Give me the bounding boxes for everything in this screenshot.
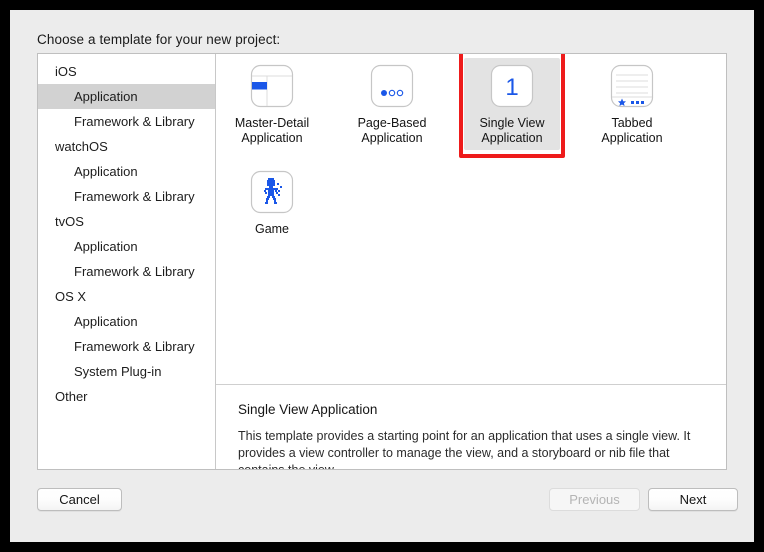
sidebar-item-application[interactable]: Application xyxy=(38,234,215,259)
sidebar-item-label: iOS xyxy=(55,64,77,79)
sidebar-item-tvos[interactable]: tvOS xyxy=(38,209,215,234)
template-item-label: Master-Detail Application xyxy=(224,116,320,146)
single-view-icon: 1 xyxy=(490,64,534,108)
template-item-label: Single View Application xyxy=(464,116,560,146)
sidebar-item-ios[interactable]: iOS xyxy=(38,59,215,84)
master-detail-icon xyxy=(250,64,294,108)
sidebar-item-system-plug-in[interactable]: System Plug-in xyxy=(38,359,215,384)
template-label-line1: Single View xyxy=(479,116,545,130)
template-item-master-detail-application[interactable]: Master-Detail Application xyxy=(224,58,320,150)
sidebar-item-application[interactable]: Application xyxy=(38,309,215,334)
platform-sidebar[interactable]: iOS Application Framework & Library watchOS… xyxy=(38,54,216,469)
sidebar-item-watchos[interactable]: watchOS xyxy=(38,134,215,159)
sidebar-item-label: Framework & Library xyxy=(74,264,195,279)
sidebar-item-label: Application xyxy=(74,239,138,254)
template-label-line1: Master-Detail xyxy=(234,116,310,130)
template-label-line2: Application xyxy=(481,131,543,145)
template-item-game[interactable]: Game xyxy=(224,164,320,241)
sidebar-item-framework-library[interactable]: Framework & Library xyxy=(38,334,215,359)
sidebar-item-label: watchOS xyxy=(55,139,108,154)
template-item-label: Game xyxy=(224,222,320,237)
template-item-label: Page-Based Application xyxy=(344,116,440,146)
sidebar-item-label: tvOS xyxy=(55,214,84,229)
template-label-line1: Game xyxy=(254,222,290,236)
sidebar-item-other[interactable]: Other xyxy=(38,384,215,409)
cancel-button[interactable]: Cancel xyxy=(37,488,122,511)
description-body: This template provides a starting point … xyxy=(238,429,691,470)
sidebar-item-label: Framework & Library xyxy=(74,114,195,129)
sidebar-item-label: Other xyxy=(55,389,88,404)
sidebar-item-framework-library[interactable]: Framework & Library xyxy=(38,109,215,134)
template-item-label: Tabbed Application xyxy=(584,116,680,146)
description-title: Single View Application xyxy=(238,402,378,417)
template-right-pane: Master-Detail Application Page-Based Applic… xyxy=(216,54,726,469)
sidebar-item-application[interactable]: Application xyxy=(38,84,215,109)
sidebar-item-framework-library[interactable]: Framework & Library xyxy=(38,184,215,209)
template-label-line2: Application xyxy=(361,131,423,145)
template-chooser-content: iOS Application Framework & Library watchOS… xyxy=(37,53,727,470)
sidebar-item-application[interactable]: Application xyxy=(38,159,215,184)
sidebar-item-label: Framework & Library xyxy=(74,189,195,204)
sidebar-item-framework-library[interactable]: Framework & Library xyxy=(38,259,215,284)
sidebar-item-label: Application xyxy=(74,89,138,104)
new-project-template-dialog: Choose a template for your new project: … xyxy=(10,10,754,542)
template-label-line2: Application xyxy=(601,131,663,145)
sidebar-item-label: Framework & Library xyxy=(74,339,195,354)
dialog-title: Choose a template for your new project: xyxy=(37,32,281,47)
sidebar-item-label: Application xyxy=(74,164,138,179)
sidebar-item-label: OS X xyxy=(55,289,87,304)
template-label-line2: Application xyxy=(241,131,303,145)
page-based-icon xyxy=(370,64,414,108)
template-grid: Master-Detail Application Page-Based Applic… xyxy=(216,54,726,384)
sidebar-item-label: System Plug-in xyxy=(74,364,162,379)
template-label-line1: Page-Based xyxy=(357,116,427,130)
template-item-single-view-application[interactable]: 1 Single View Application xyxy=(464,58,560,150)
next-button[interactable]: Next xyxy=(648,488,738,511)
svg-text:1: 1 xyxy=(505,74,518,101)
sidebar-item-os-x[interactable]: OS X xyxy=(38,284,215,309)
sidebar-item-label: Application xyxy=(74,314,138,329)
template-description-panel: Single View Application This template pr… xyxy=(216,385,726,469)
template-item-tabbed-application[interactable]: Tabbed Application xyxy=(584,58,680,150)
tabbed-icon xyxy=(610,64,654,108)
game-icon xyxy=(250,170,294,214)
previous-button[interactable]: Previous xyxy=(549,488,640,511)
template-item-page-based-application[interactable]: Page-Based Application xyxy=(344,58,440,150)
template-label-line1: Tabbed xyxy=(611,116,653,130)
